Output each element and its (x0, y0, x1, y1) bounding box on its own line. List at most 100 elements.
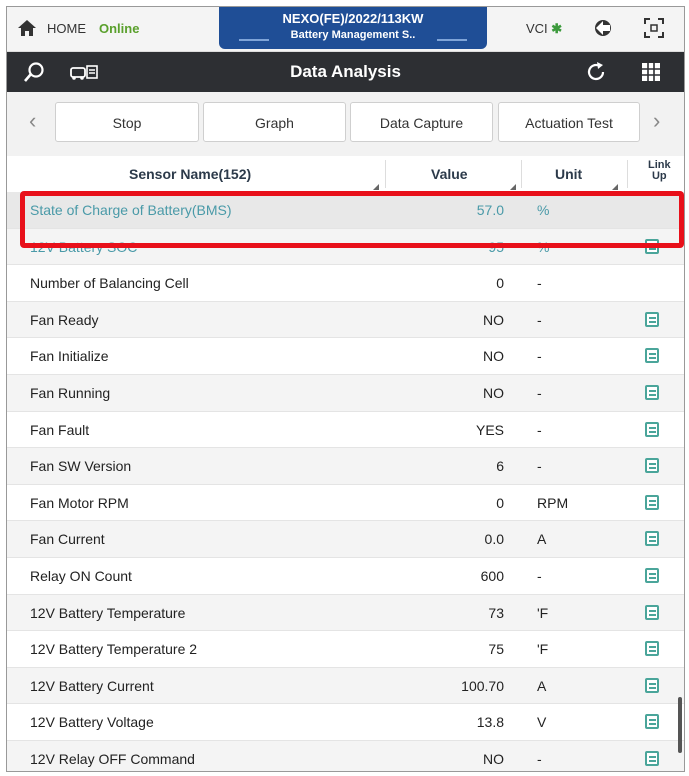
sensor-value: 0 (496, 275, 504, 292)
sensor-value: 6 (496, 458, 504, 475)
link-up-icon[interactable] (645, 458, 659, 474)
sensor-name: 12V Battery Current (30, 677, 154, 694)
table-row[interactable]: 12V Battery Voltage 13.8 V (7, 704, 684, 741)
sensor-name: Number of Balancing Cell (30, 275, 189, 292)
title-bar: Data Analysis (7, 52, 684, 92)
column-divider (385, 160, 386, 188)
sensor-value: 57.0 (476, 202, 504, 218)
grid-menu-icon[interactable] (639, 61, 663, 83)
link-up-icon[interactable] (645, 238, 659, 254)
home-icon[interactable] (17, 19, 37, 37)
vci-label: VCI (526, 21, 548, 36)
column-divider (521, 160, 522, 188)
sensor-value: 100.70 (461, 677, 504, 694)
sensor-name: 12V Relay OFF Command (30, 750, 195, 767)
link-up-header: Link Up (648, 160, 671, 182)
vehicle-info: NEXO(FE)/2022/113KW Battery Management S… (219, 7, 487, 49)
link-up-icon[interactable] (645, 677, 659, 693)
table-row[interactable]: Number of Balancing Cell 0 - (7, 265, 684, 302)
sensor-unit: RPM (537, 494, 569, 511)
data-capture-button[interactable]: Data Capture (350, 102, 493, 142)
link-up-icon[interactable] (645, 641, 659, 657)
sensor-value: NO (483, 750, 504, 767)
sensor-unit: A (537, 531, 547, 548)
status-bar: HOME Online NEXO(FE)/2022/113KW Battery … (7, 7, 684, 52)
sensor-name: Fan Current (30, 531, 105, 548)
sensor-unit: - (537, 458, 542, 475)
table-header: Sensor Name(152) Value Unit Link Up (7, 156, 684, 193)
online-status: Online (99, 21, 140, 36)
value-header[interactable]: Value (431, 166, 468, 182)
sensor-value: 0 (496, 494, 504, 511)
table-row[interactable]: Fan Current 0.0 A (7, 521, 684, 558)
sensor-name: 12V Battery Temperature 2 (30, 641, 198, 658)
table-row[interactable]: State of Charge of Battery(BMS) 57.0% (7, 192, 684, 229)
table-row[interactable]: Fan SW Version 6 - (7, 448, 684, 485)
graph-button[interactable]: Graph (203, 102, 346, 142)
link-up-icon[interactable] (645, 311, 659, 327)
home-label[interactable]: HOME (47, 21, 86, 36)
sensor-unit: - (537, 750, 542, 767)
table-row[interactable]: 12V Battery Current 100.70 A (7, 667, 684, 705)
sensor-unit: - (537, 421, 542, 438)
table-row[interactable]: 12V Battery SOC 95% (7, 228, 684, 266)
sensor-value: 75 (488, 641, 504, 658)
table-row[interactable]: 12V Relay OFF Command NO - (7, 740, 684, 771)
unit-header[interactable]: Unit (555, 166, 582, 182)
link-up-icon[interactable] (645, 384, 659, 400)
app-window: HOME Online NEXO(FE)/2022/113KW Battery … (6, 6, 685, 772)
table-row[interactable]: Fan Motor RPM 0 RPM (7, 485, 684, 522)
link-up-header-part: Up (651, 170, 667, 182)
sensor-value: 95 (488, 238, 504, 255)
sensor-unit: - (537, 275, 542, 292)
link-up-icon[interactable] (645, 494, 659, 510)
scrollbar[interactable] (678, 697, 682, 753)
link-up-icon[interactable] (645, 604, 659, 620)
sensor-name: State of Charge of Battery(BMS) (30, 202, 232, 218)
refresh-icon[interactable] (584, 61, 608, 83)
table-row[interactable]: 12V Battery Temperature 73 'F (7, 594, 684, 632)
sensor-value: 13.8 (476, 714, 504, 731)
sort-indicator-icon (510, 184, 516, 190)
sensor-name: 12V Battery Temperature (30, 604, 186, 621)
column-divider (627, 160, 628, 188)
sensor-name: Fan Motor RPM (30, 494, 129, 511)
decor-dash (239, 39, 269, 41)
link-up-icon[interactable] (645, 531, 659, 547)
link-up-icon[interactable] (645, 348, 659, 364)
sensor-table-body: State of Charge of Battery(BMS) 57.0% 12V … (7, 192, 684, 771)
sensor-unit: % (537, 238, 550, 255)
vci-status: VCI ✱ (526, 21, 562, 37)
sensor-unit: - (537, 311, 542, 328)
sensor-name: Fan Ready (30, 311, 99, 328)
sensor-value: 0.0 (484, 531, 504, 548)
link-up-icon[interactable] (645, 750, 659, 766)
sensor-unit: % (537, 202, 550, 218)
sensor-unit: - (537, 348, 542, 365)
sensor-name: Fan Initialize (30, 348, 109, 365)
sensor-name: Relay ON Count (30, 567, 132, 584)
sensor-name-header[interactable]: Sensor Name(152) (129, 166, 251, 182)
actuation-test-button[interactable]: Actuation Test (498, 102, 640, 142)
table-row[interactable]: 12V Battery Temperature 2 75 'F (7, 631, 684, 668)
link-up-icon[interactable] (645, 714, 659, 730)
sensor-unit: V (537, 714, 547, 731)
vci-connection-icon[interactable] (592, 17, 614, 39)
table-row[interactable]: Fan Initialize NO - (7, 338, 684, 375)
stop-button[interactable]: Stop (55, 102, 199, 142)
sensor-unit: A (537, 677, 547, 694)
table-row[interactable]: Fan Ready NO - (7, 301, 684, 339)
decor-dash (437, 39, 467, 41)
vehicle-model: NEXO(FE)/2022/113KW (282, 11, 424, 26)
link-up-icon[interactable] (645, 421, 659, 437)
table-row[interactable]: Relay ON Count 600 - (7, 558, 684, 595)
scroll-left-arrow[interactable]: ‹ (29, 108, 36, 134)
fullscreen-icon[interactable] (643, 17, 665, 39)
sensor-name: Fan SW Version (30, 458, 132, 475)
table-row[interactable]: Fan Running NO - (7, 374, 684, 412)
table-row[interactable]: Fan Fault YES - (7, 412, 684, 449)
scroll-right-arrow[interactable]: › (653, 108, 660, 134)
link-up-icon[interactable] (645, 567, 659, 583)
action-toolbar: ‹ Stop Graph Data Capture Actuation Test… (7, 92, 684, 157)
sensor-value: NO (483, 348, 504, 365)
